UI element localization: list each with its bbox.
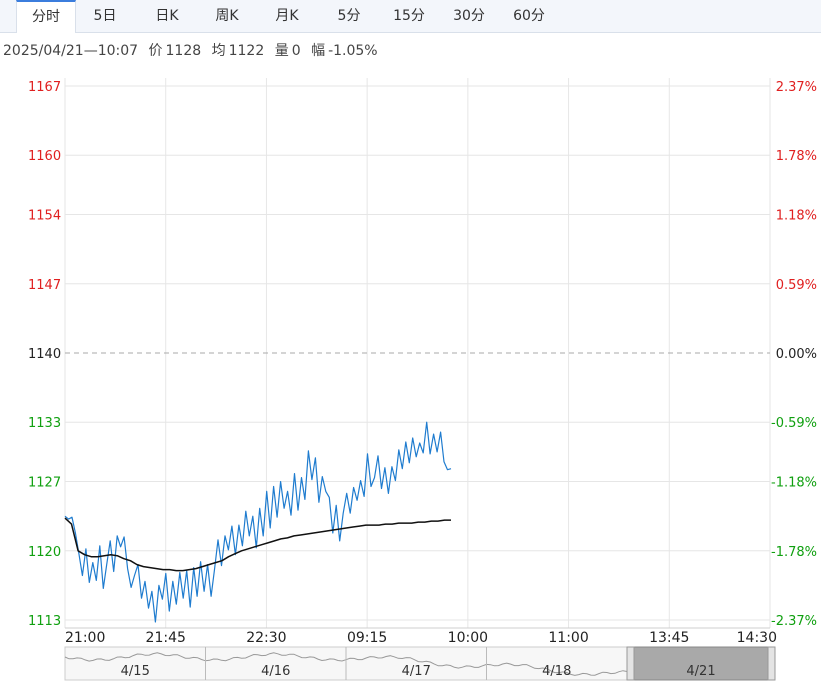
time-navigator[interactable]: 4/15 4/16 4/17 4/18 4/21 bbox=[64, 646, 776, 681]
time-tick-label: 13:45 bbox=[649, 630, 689, 646]
price-axis-labels: 1167 1160 1154 1147 1140 1133 1127 1120 1113 bbox=[28, 80, 61, 629]
percent-tick-label: -0.59% bbox=[771, 416, 817, 431]
navigator-day-label: 4/15 bbox=[121, 664, 150, 679]
navigator-handle-right bbox=[767, 646, 776, 681]
percent-tick-label: -1.18% bbox=[771, 476, 817, 491]
price-tick-label: 1113 bbox=[28, 614, 61, 629]
chart-lines bbox=[64, 421, 452, 623]
time-axis-labels: 21:00 21:45 22:30 09:15 10:00 11:00 13:45 14:30 bbox=[65, 630, 777, 646]
time-tick-label: 22:30 bbox=[246, 630, 286, 646]
time-tick-label: 21:45 bbox=[146, 630, 186, 646]
price-tick-label: 1160 bbox=[28, 149, 61, 164]
percent-tick-label: 1.18% bbox=[776, 209, 817, 224]
price-line bbox=[64, 421, 452, 623]
percent-tick-label: 1.78% bbox=[776, 149, 817, 164]
percent-axis-labels: 2.37% 1.78% 1.18% 0.59% 0.00% -0.59% -1.18% -1.… bbox=[771, 80, 817, 629]
navigator-handle-left bbox=[626, 646, 635, 681]
price-tick-label: 1120 bbox=[28, 545, 61, 560]
time-tick-label: 14:30 bbox=[737, 630, 777, 646]
price-tick-label: 1147 bbox=[28, 278, 61, 293]
percent-tick-label: 2.37% bbox=[776, 80, 817, 95]
time-tick-label: 09:15 bbox=[347, 630, 387, 646]
price-tick-label: 1140 bbox=[28, 347, 61, 362]
percent-tick-label: 0.59% bbox=[776, 278, 817, 293]
percent-tick-label: 0.00% bbox=[776, 347, 817, 362]
price-tick-label: 1133 bbox=[28, 416, 61, 431]
time-tick-label: 21:00 bbox=[65, 630, 105, 646]
navigator-day-label: 4/21 bbox=[686, 664, 715, 679]
price-tick-label: 1127 bbox=[28, 476, 61, 491]
navigator-day-label: 4/17 bbox=[402, 664, 431, 679]
percent-tick-label: -1.78% bbox=[771, 545, 817, 560]
time-tick-label: 10:00 bbox=[448, 630, 488, 646]
time-tick-label: 11:00 bbox=[548, 630, 588, 646]
chart-grid bbox=[64, 78, 771, 629]
price-tick-label: 1154 bbox=[28, 209, 61, 224]
navigator-day-label: 4/16 bbox=[261, 664, 290, 679]
percent-tick-label: -2.37% bbox=[771, 614, 817, 629]
navigator-day-label: 4/18 bbox=[542, 664, 571, 679]
price-tick-label: 1167 bbox=[28, 80, 61, 95]
intraday-chart: 1167 1160 1154 1147 1140 1133 1127 1120 1113 2.3… bbox=[28, 78, 817, 681]
